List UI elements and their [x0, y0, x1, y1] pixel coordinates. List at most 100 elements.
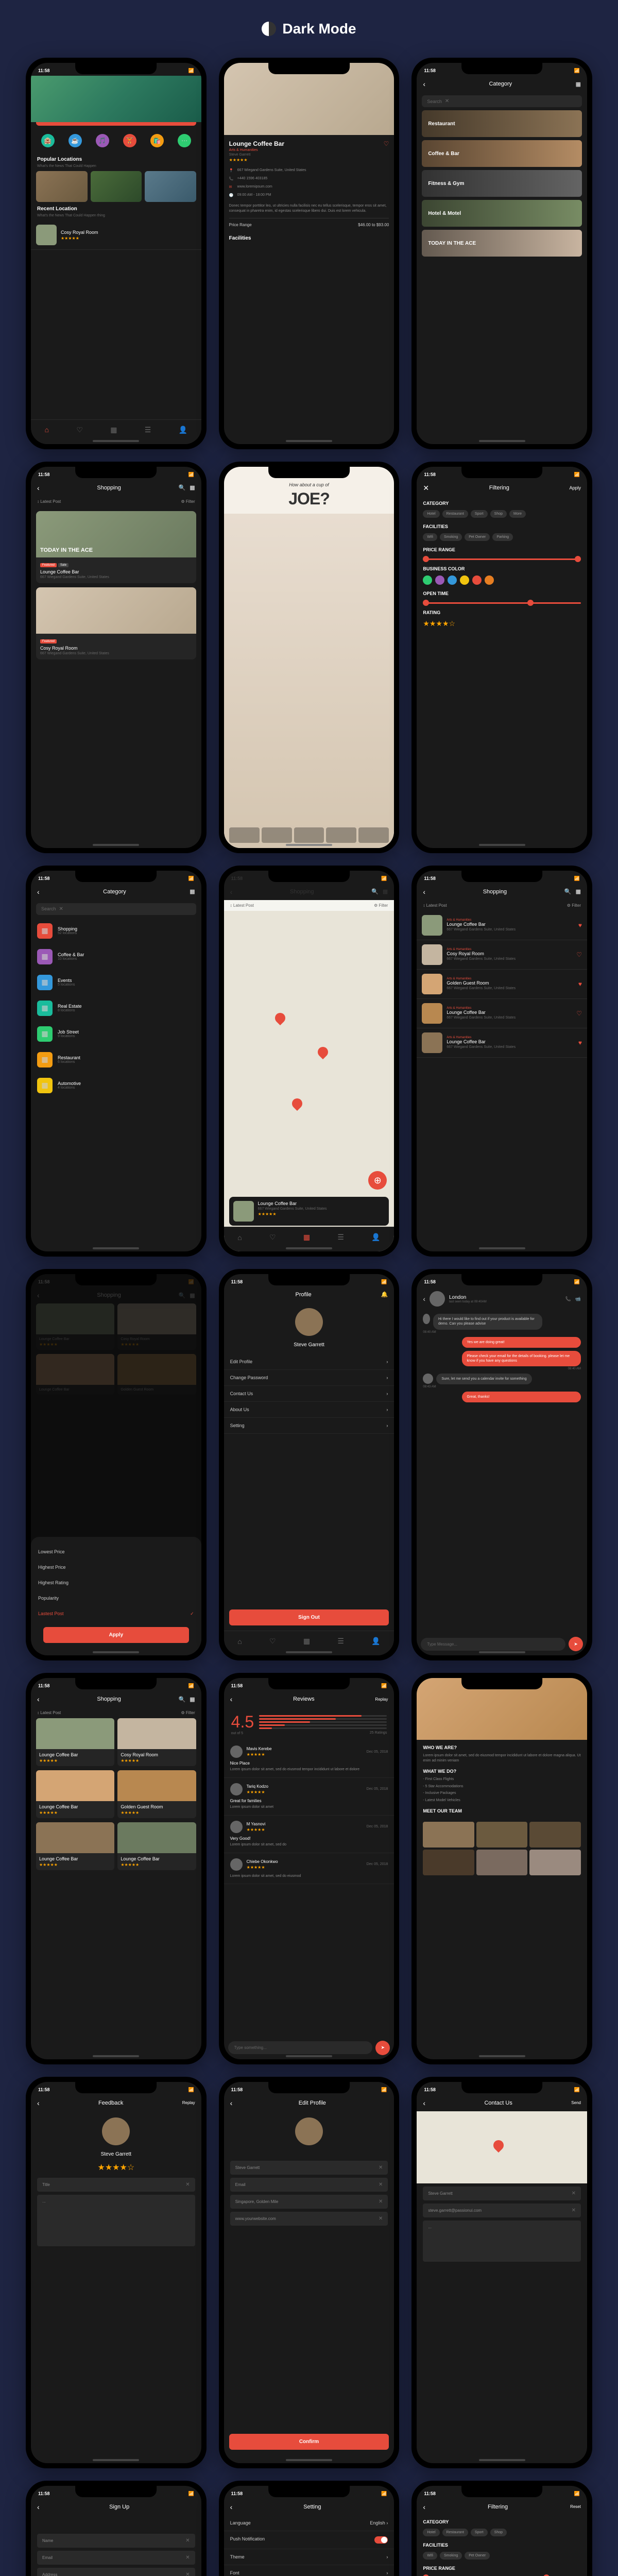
thumb[interactable] [358, 827, 389, 843]
chip[interactable]: Parking [492, 533, 513, 541]
color[interactable] [435, 575, 444, 585]
list-item[interactable]: Arts & HumanitiesCosy Royal Room667 Wieg… [417, 940, 587, 970]
back-icon[interactable]: ‹ [37, 2099, 40, 2107]
category-item[interactable]: TODAY IN THE ACE [422, 230, 582, 257]
address-input[interactable]: Address✕ [37, 2568, 195, 2576]
tab[interactable]: 👤 [179, 426, 187, 434]
chip[interactable]: Sport [471, 510, 488, 518]
setting-item[interactable]: LanguageEnglish › [224, 2515, 394, 2531]
grid-card[interactable]: Lounge Coffee Bar★★★★★ [117, 1822, 196, 1870]
team-avatar[interactable] [476, 1822, 528, 1848]
sort-option[interactable]: Popularity [38, 1590, 194, 1606]
category-item[interactable]: Restaurant [422, 110, 582, 137]
heart-icon[interactable]: ♡ [576, 951, 582, 958]
search-icon[interactable]: 🔍 [371, 888, 379, 895]
back-icon[interactable]: ‹ [37, 2503, 40, 2511]
category-item[interactable]: ▦Automotive4 locations [31, 1073, 201, 1098]
category-item[interactable]: ▦Restaurant6 locations [31, 1047, 201, 1073]
cat-icon[interactable]: 🏋️ [123, 134, 136, 147]
map[interactable]: ⊕ Lounge Coffee Bar667 Wiegand Gardens S… [224, 911, 394, 1252]
profile-item[interactable]: Change Password› [224, 1370, 394, 1386]
close-icon[interactable]: ✕ [423, 484, 429, 493]
grid-icon[interactable]: ▦ [190, 888, 195, 895]
back-icon[interactable]: ‹ [423, 1295, 425, 1303]
thumb[interactable] [229, 827, 260, 843]
avatar[interactable] [295, 2117, 323, 2145]
chat-input[interactable]: Type Message... [421, 1638, 565, 1651]
setting-item[interactable]: Push Notification [224, 2531, 394, 2549]
thumb[interactable] [294, 827, 324, 843]
profile-item[interactable]: Edit Profile› [224, 1354, 394, 1370]
thumb[interactable] [326, 827, 356, 843]
search-input[interactable]: Search✕ [36, 903, 196, 915]
sort-option[interactable]: Highest Rating [38, 1575, 194, 1590]
category-item[interactable]: Hotel & Motel [422, 200, 582, 227]
chip[interactable]: Restaurant [442, 510, 468, 518]
feature-card[interactable]: TODAY IN THE ACEFeaturedSaleLounge Coffe… [36, 511, 196, 583]
back-icon[interactable]: ‹ [37, 888, 40, 896]
search-icon[interactable]: 🔍 [179, 484, 186, 491]
search-icon[interactable]: 🔍 [179, 1696, 186, 1703]
send-button[interactable]: ➤ [569, 1637, 583, 1651]
chip[interactable]: Smoking [440, 533, 462, 541]
name-input[interactable]: Steve Garrett✕ [423, 2187, 581, 2200]
profile-item[interactable]: Contact Us› [224, 1386, 394, 1402]
email-input[interactable]: Email✕ [37, 2551, 195, 2565]
message-input[interactable]: ... [423, 2221, 581, 2262]
chip[interactable]: More [509, 510, 526, 518]
cat-icon[interactable]: ☕ [68, 134, 82, 147]
color[interactable] [448, 575, 457, 585]
grid-card[interactable]: Lounge Coffee Bar★★★★★ [36, 1770, 114, 1818]
title-input[interactable]: Title✕ [37, 2178, 195, 2192]
review-input[interactable]: Type something... [228, 2041, 373, 2054]
sort-option[interactable]: Highest Price [38, 1560, 194, 1575]
email-input[interactable]: steve.garrett@passionui.com✕ [423, 2204, 581, 2217]
chip[interactable]: Pet Owner [465, 533, 490, 541]
team-avatar[interactable] [423, 1822, 474, 1848]
back-icon[interactable]: ‹ [230, 2503, 233, 2511]
price-slider[interactable] [423, 558, 581, 560]
chip[interactable]: Hotel [423, 510, 439, 518]
grid-icon[interactable]: ▦ [190, 484, 195, 491]
grid-icon[interactable]: ▦ [383, 888, 388, 895]
list-item[interactable]: Cosy Royal Room★★★★★ [31, 221, 201, 250]
grid-card[interactable]: Golden Guest Room★★★★★ [117, 1770, 196, 1818]
list-item[interactable]: Arts & HumanitiesLounge Coffee Bar667 Wi… [417, 911, 587, 940]
grid-card[interactable]: Lounge Coffee Bar★★★★★ [36, 1822, 114, 1870]
send-button[interactable]: ➤ [375, 2041, 390, 2055]
feature-card[interactable]: FeaturedCosy Royal Room667 Wiegand Garde… [36, 587, 196, 659]
heart-icon[interactable]: ♡ [576, 1010, 582, 1017]
reset-button[interactable]: Reset [570, 2504, 581, 2509]
thumb[interactable] [262, 827, 292, 843]
website-input[interactable]: www.yourwebsite.com✕ [230, 2212, 388, 2226]
back-icon[interactable]: ‹ [230, 888, 233, 896]
cat-icon[interactable]: ⋯ [178, 134, 191, 147]
card[interactable] [36, 171, 88, 202]
back-icon[interactable]: ‹ [37, 484, 40, 492]
category-item[interactable]: ▦Job Street9 locations [31, 1021, 201, 1047]
setting-item[interactable]: Font› [224, 2565, 394, 2576]
setting-item[interactable]: Theme› [224, 2549, 394, 2565]
email-input[interactable]: Email✕ [230, 2178, 388, 2192]
replay-button[interactable]: Replay [182, 2100, 195, 2105]
card[interactable] [91, 171, 142, 202]
back-icon[interactable]: ‹ [423, 80, 425, 88]
time-slider[interactable] [423, 602, 581, 604]
team-avatar[interactable] [529, 1822, 581, 1848]
map-card[interactable]: Lounge Coffee Bar667 Wiegand Gardens Sui… [229, 1197, 389, 1226]
grid-icon[interactable]: ▦ [576, 888, 581, 895]
back-icon[interactable]: ‹ [423, 2503, 425, 2511]
signout-button[interactable]: Sign Out [229, 1609, 389, 1625]
profile-item[interactable]: About Us› [224, 1402, 394, 1418]
apply-button[interactable]: Apply [569, 485, 581, 490]
address-input[interactable]: Singapore, Golden Mile✕ [230, 2195, 388, 2209]
list-item[interactable]: Arts & HumanitiesGolden Guest Room667 Wi… [417, 970, 587, 999]
bell-icon[interactable]: 🔔 [381, 1291, 388, 1298]
favorite-icon[interactable]: ♡ [384, 140, 389, 147]
apply-button[interactable]: Apply [43, 1627, 189, 1643]
name-input[interactable]: Steve Garrett✕ [230, 2161, 388, 2175]
team-avatar[interactable] [529, 1850, 581, 1875]
map-pin[interactable] [315, 1045, 330, 1059]
locate-button[interactable]: ⊕ [368, 1171, 387, 1190]
category-item[interactable]: Coffee & Bar [422, 140, 582, 167]
